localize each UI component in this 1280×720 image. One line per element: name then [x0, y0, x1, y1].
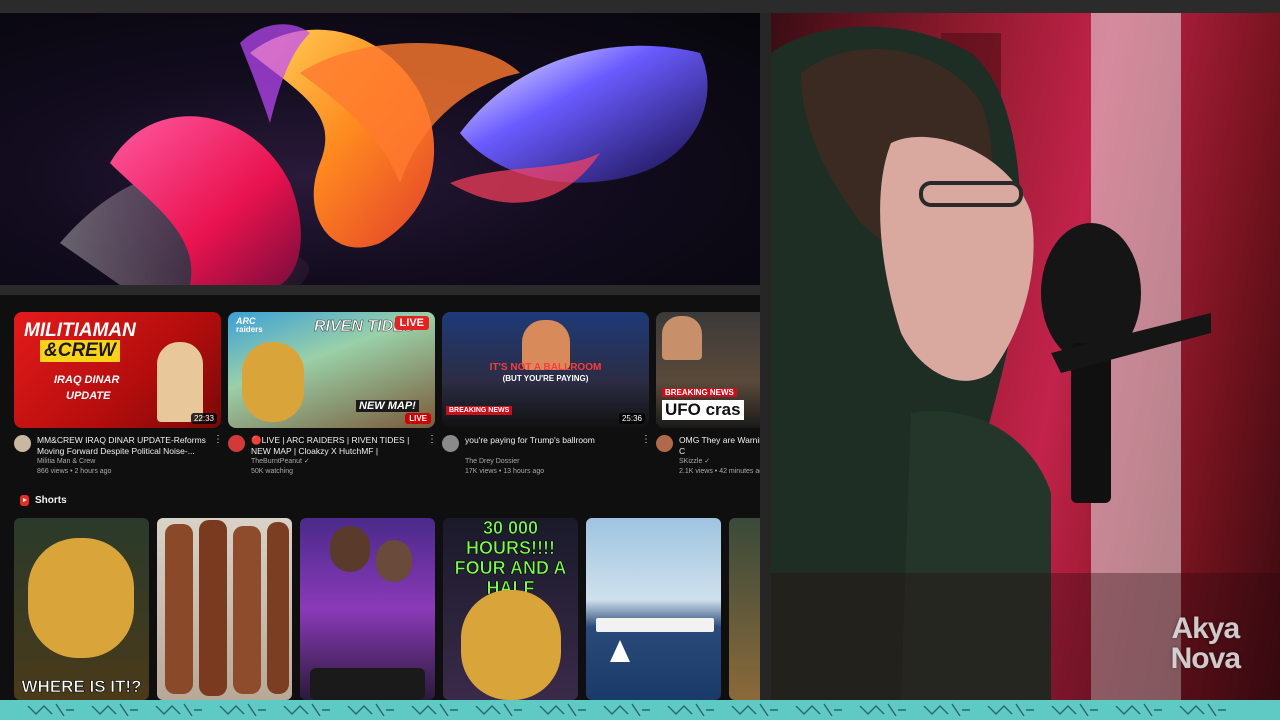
presenter-figure	[157, 342, 203, 422]
tribal-pattern-image	[27, 703, 1226, 717]
shorts-shelf: WHERE IS IT!? 30 000 HOURS!!!! FOUR AND …	[14, 518, 760, 700]
channel-avatar[interactable]	[442, 435, 459, 452]
decorative-bottom-border	[0, 700, 1280, 720]
video-duration: 22:33	[190, 413, 217, 424]
thumbnail-text: &CREW	[40, 340, 120, 362]
top-frame-strip	[0, 0, 1280, 13]
thumbnail-text: IT'S NOT A BALLROOM	[489, 362, 602, 373]
video-duration: 25:36	[618, 413, 645, 424]
channel-avatar[interactable]	[228, 435, 245, 452]
video-card[interactable]: BREAKING NEWS UFO cras OMG They are Warn…	[656, 312, 760, 483]
food-item	[267, 522, 289, 694]
video-title[interactable]: 🔴LIVE | ARC RAIDERS | RIVEN TIDES | NEW …	[251, 435, 426, 457]
watermark-line: Nova	[1170, 642, 1241, 675]
thumbnail-text: UPDATE	[66, 390, 111, 402]
video-grid: MILITIAMAN &CREW IRAQ DINAR UPDATE 22:33…	[14, 312, 760, 482]
more-options-icon[interactable]: ⋮	[213, 435, 223, 445]
food-item	[199, 520, 227, 696]
video-thumbnail[interactable]: IT'S NOT A BALLROOM (BUT YOU'RE PAYING) …	[442, 312, 649, 428]
ribbon-artwork-image	[60, 24, 708, 285]
video-stats: 17K views • 13 hours ago	[465, 468, 545, 475]
pane-divider	[760, 13, 771, 700]
thumbnail-text: MILITIAMAN	[24, 320, 136, 341]
live-badge: LIVE	[405, 413, 431, 424]
thumbnail-text: BREAKING NEWS	[446, 406, 513, 415]
short-card[interactable]	[300, 518, 435, 700]
channel-name[interactable]: TheBurntPeanut ✓	[251, 457, 310, 466]
video-card[interactable]: MILITIAMAN &CREW IRAQ DINAR UPDATE 22:33…	[14, 312, 223, 483]
video-card[interactable]: IT'S NOT A BALLROOM (BUT YOU'RE PAYING) …	[442, 312, 651, 483]
short-card[interactable]: 30 000 HOURS!!!! FOUR AND A HALF	[443, 518, 578, 700]
hero-separator	[0, 285, 760, 295]
video-meta: 🔴LIVE | ARC RAIDERS | RIVEN TIDES | NEW …	[228, 435, 437, 483]
streamer-watermark: Akya Nova	[1170, 612, 1241, 675]
short-card[interactable]	[586, 518, 721, 700]
shorts-section-header: Shorts	[20, 493, 67, 507]
channel-avatar[interactable]	[14, 435, 31, 452]
thumbnail-text: UFO cras	[662, 400, 744, 420]
video-meta: MM&CREW IRAQ DINAR UPDATE-Reforms Moving…	[14, 435, 223, 483]
short-card[interactable]	[729, 518, 760, 700]
shorts-icon	[20, 494, 29, 506]
food-item	[165, 524, 193, 694]
presenter-figure	[662, 316, 702, 360]
thumbnail-text: BREAKING NEWS	[662, 388, 737, 397]
video-meta: OMG They are Warning Aliens, UFO, Artemi…	[656, 435, 760, 483]
food-item	[233, 526, 261, 694]
shorts-label: Shorts	[35, 494, 67, 506]
channel-avatar[interactable]	[656, 435, 673, 452]
yacht-image	[596, 618, 714, 632]
video-meta: you're paying for Trump's ballroom The D…	[442, 435, 651, 483]
person-figure	[330, 526, 370, 572]
video-card[interactable]: ARC raiders RIVEN TIDES NEW MAP! LIVE LI…	[228, 312, 437, 483]
short-card[interactable]	[157, 518, 292, 700]
short-caption: 30 000 HOURS!!!! FOUR AND A HALF	[454, 518, 567, 598]
person-figure	[376, 540, 412, 582]
webcam-feed: Akya Nova	[771, 13, 1280, 700]
dj-deck	[310, 668, 425, 700]
video-thumbnail[interactable]: BREAKING NEWS UFO cras	[656, 312, 760, 428]
channel-name[interactable]: Militia Man & Crew	[37, 457, 95, 466]
live-badge: LIVE	[394, 316, 429, 330]
stream-layout: MILITIAMAN &CREW IRAQ DINAR UPDATE 22:33…	[0, 0, 1280, 720]
peanut-character	[461, 590, 561, 700]
channel-name[interactable]: The Drey Dossier	[465, 457, 519, 466]
video-title[interactable]: OMG They are Warning Aliens, UFO, Artemi…	[679, 435, 760, 457]
video-thumbnail[interactable]: MILITIAMAN &CREW IRAQ DINAR UPDATE 22:33	[14, 312, 221, 428]
video-title[interactable]: you're paying for Trump's ballroom	[465, 435, 640, 446]
watermark-line: Akya	[1171, 612, 1240, 645]
peanut-character	[28, 538, 134, 658]
video-stats: 2.1K views • 42 minutes ag	[679, 468, 760, 475]
thumbnail-text: NEW MAP!	[356, 400, 419, 412]
more-options-icon[interactable]: ⋮	[427, 435, 437, 445]
hero-artwork	[0, 13, 760, 285]
thumbnail-text: (BUT YOU'RE PAYING)	[502, 374, 589, 383]
more-options-icon[interactable]: ⋮	[641, 435, 651, 445]
channel-name[interactable]: SKizzle ✓	[679, 457, 710, 466]
peanut-character	[242, 342, 304, 422]
short-card[interactable]: WHERE IS IT!?	[14, 518, 149, 700]
video-stats: 866 views • 2 hours ago	[37, 468, 112, 475]
thumbnail-text: raiders	[236, 325, 263, 334]
youtube-home-capture: MILITIAMAN &CREW IRAQ DINAR UPDATE 22:33…	[0, 13, 760, 700]
video-stats: 50K watching	[251, 468, 294, 475]
thumbnail-text: IRAQ DINAR	[54, 374, 120, 386]
short-caption: WHERE IS IT!?	[21, 677, 142, 697]
video-title[interactable]: MM&CREW IRAQ DINAR UPDATE-Reforms Moving…	[37, 435, 212, 457]
video-thumbnail[interactable]: ARC raiders RIVEN TIDES NEW MAP! LIVE LI…	[228, 312, 435, 428]
sailboat-image	[610, 640, 630, 662]
webcam-scene-image	[771, 13, 1280, 700]
